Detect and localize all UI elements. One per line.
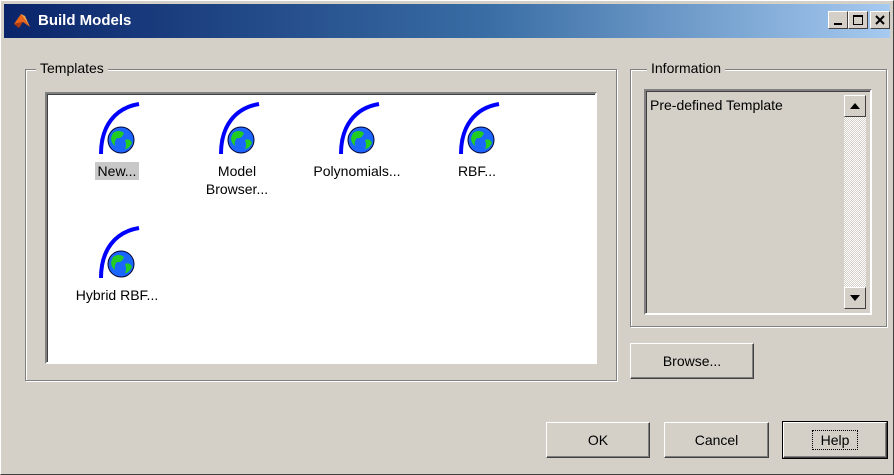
maximize-icon bbox=[853, 15, 863, 25]
templates-list[interactable]: New... Model Browser... Polynomials... RBF..… bbox=[45, 92, 597, 364]
templates-group-label: Templates bbox=[36, 60, 108, 76]
template-item[interactable]: New... bbox=[67, 100, 167, 180]
help-button-label: Help bbox=[811, 430, 859, 450]
template-item-label: Polynomials... bbox=[313, 163, 401, 179]
globe-template-icon bbox=[99, 102, 140, 155]
scroll-up-icon bbox=[850, 103, 860, 109]
template-item[interactable]: Hybrid RBF... bbox=[67, 224, 167, 304]
globe-template-icon bbox=[339, 102, 380, 155]
information-group-label: Information bbox=[647, 60, 726, 76]
scroll-down-icon bbox=[850, 295, 860, 301]
build-models-dialog: Build Models Templates New... Model Browse… bbox=[0, 0, 894, 475]
close-button[interactable] bbox=[870, 11, 890, 29]
template-item-label: Hybrid RBF... bbox=[75, 287, 159, 303]
scroll-down-button[interactable] bbox=[844, 287, 866, 309]
template-item-label: New... bbox=[94, 162, 140, 180]
template-item[interactable]: Polynomials... bbox=[307, 100, 407, 180]
close-icon bbox=[875, 15, 885, 25]
browse-button-label: Browse... bbox=[662, 353, 722, 369]
title-bar[interactable]: Build Models bbox=[4, 4, 890, 38]
template-item[interactable]: Model Browser... bbox=[187, 100, 287, 198]
ok-button-label: OK bbox=[587, 432, 609, 448]
minimize-button[interactable] bbox=[828, 11, 848, 29]
template-item-label: Model Browser... bbox=[205, 163, 269, 197]
scroll-up-button[interactable] bbox=[844, 95, 866, 117]
ok-button[interactable]: OK bbox=[546, 422, 650, 458]
minimize-icon bbox=[834, 23, 842, 25]
globe-template-icon bbox=[219, 102, 260, 155]
information-text: Pre-defined Template bbox=[650, 97, 783, 113]
globe-template-icon bbox=[99, 226, 140, 279]
help-button[interactable]: Help bbox=[782, 421, 888, 459]
maximize-button[interactable] bbox=[848, 11, 868, 29]
information-textbox[interactable]: Pre-defined Template bbox=[644, 89, 872, 315]
information-scrollbar[interactable] bbox=[844, 95, 866, 309]
cancel-button[interactable]: Cancel bbox=[664, 422, 769, 458]
template-item[interactable]: RBF... bbox=[427, 100, 527, 180]
window-title: Build Models bbox=[38, 12, 132, 29]
browse-button[interactable]: Browse... bbox=[630, 343, 754, 379]
matlab-logo-icon bbox=[14, 14, 30, 28]
cancel-button-label: Cancel bbox=[694, 432, 739, 448]
template-item-label: RBF... bbox=[457, 163, 497, 179]
globe-template-icon bbox=[459, 102, 500, 155]
